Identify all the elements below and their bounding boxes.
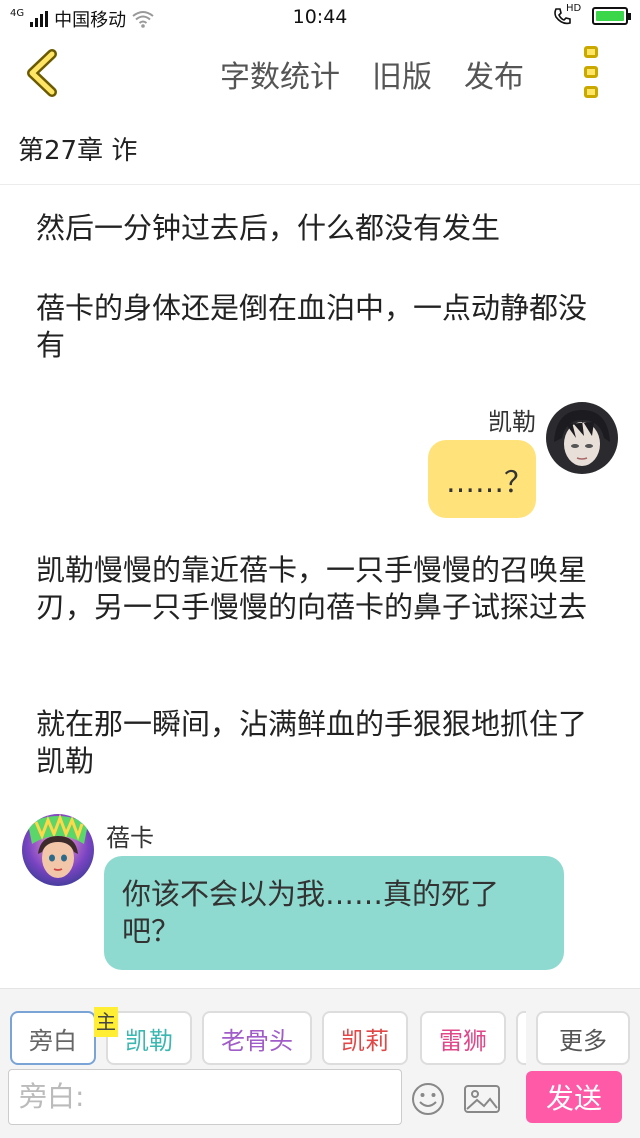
composer-panel: 旁白 凯勒 老骨头 凯莉 雷狮 更多 主 旁白: 发送: [0, 988, 640, 1138]
message-input-placeholder: 旁白:: [19, 1080, 85, 1113]
more-roles-button[interactable]: 更多: [536, 1011, 630, 1065]
avatar-beika[interactable]: [22, 814, 94, 886]
back-button[interactable]: [22, 48, 66, 98]
word-count-button[interactable]: 字数统计: [220, 52, 340, 96]
narration-block[interactable]: 蓓卡的身体还是倒在血泊中，一点动静都没有: [36, 290, 596, 364]
narration-block[interactable]: 然后一分钟过去后，什么都没有发生: [36, 210, 596, 247]
role-button-leishi[interactable]: 雷狮: [420, 1011, 506, 1065]
hd-label: HD: [566, 3, 582, 14]
publish-button[interactable]: 发布: [464, 52, 524, 96]
image-icon[interactable]: [462, 1081, 502, 1117]
role-button-narrator[interactable]: 旁白: [10, 1011, 96, 1065]
battery-charging-icon: [592, 7, 631, 25]
role-button-partial[interactable]: [516, 1011, 526, 1065]
role-button-laogutou[interactable]: 老骨头: [202, 1011, 312, 1065]
emoji-icon[interactable]: [410, 1081, 446, 1117]
send-button[interactable]: 发送: [526, 1071, 622, 1123]
editor-toolbar: 字数统计 旧版 发布: [0, 36, 640, 108]
status-right: HD: [552, 3, 631, 27]
speaker-name-beika: 蓓卡: [106, 824, 154, 852]
chat-bubble-text: ……？: [446, 465, 534, 499]
main-character-badge: 主: [94, 1007, 118, 1037]
avatar-kaile[interactable]: [546, 402, 618, 474]
status-bar: 4G 中国移动 10:44 HD: [0, 0, 640, 36]
message-input[interactable]: 旁白:: [8, 1069, 402, 1125]
chevron-left-icon: [27, 49, 57, 97]
speaker-name-kaile: 凯勒: [488, 408, 536, 436]
more-menu-icon[interactable]: [580, 46, 602, 98]
header-divider: [0, 184, 640, 185]
toolbar-actions: 字数统计 旧版 发布: [220, 52, 524, 96]
old-version-button[interactable]: 旧版: [372, 52, 432, 96]
chat-bubble-kaile[interactable]: ……？: [428, 440, 536, 518]
narration-block[interactable]: 凯勒慢慢的靠近蓓卡，一只手慢慢的召唤星刃，另一只手慢慢的向蓓卡的鼻子试探过去: [36, 552, 596, 626]
status-time: 10:44: [292, 6, 348, 28]
chapter-title: 第27章 诈: [18, 136, 138, 166]
role-button-kaili[interactable]: 凯莉: [322, 1011, 408, 1065]
chat-bubble-text: 你该不会以为我……真的死了吧？: [122, 877, 500, 948]
chat-bubble-beika[interactable]: 你该不会以为我……真的死了吧？: [104, 856, 564, 970]
role-button-kaile[interactable]: 凯勒: [106, 1011, 192, 1065]
narration-block[interactable]: 就在那一瞬间，沾满鲜血的手狠狠地抓住了凯勒: [36, 706, 596, 780]
hd-call-icon: HD: [552, 3, 582, 27]
